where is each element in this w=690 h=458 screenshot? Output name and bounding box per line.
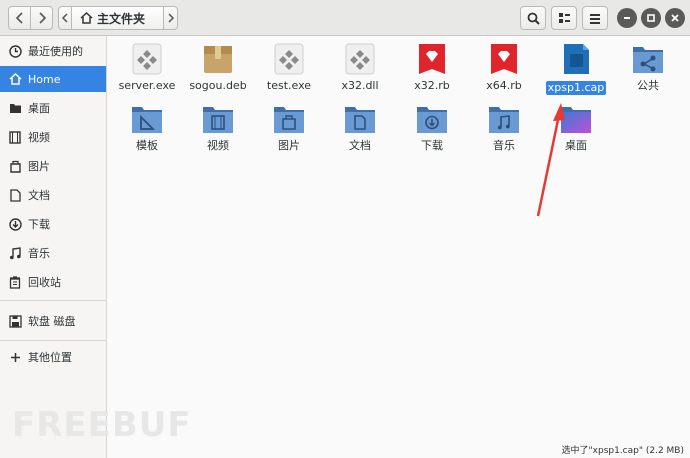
menu-button[interactable] — [582, 6, 608, 30]
sidebar-item-label: 文档 — [28, 189, 50, 202]
desktop-folder-icon — [7, 100, 23, 116]
path-home-button[interactable]: 主文件夹 — [71, 6, 164, 30]
sidebar-item-pictures[interactable]: 图片 — [0, 153, 106, 179]
sidebar-item-label: 回收站 — [28, 276, 61, 289]
status-bar-text: 选中了"xpsp1.cap" (2.2 MB) — [561, 446, 684, 456]
sidebar-separator — [0, 340, 106, 341]
sidebar: 最近使用的 Home 桌面 视频 图片 文档 下载 音乐 回收站 软盘 磁盘 其… — [0, 36, 107, 458]
sidebar-separator — [0, 300, 106, 301]
list-view-icon — [558, 13, 570, 23]
path-scroll-left-button[interactable] — [58, 6, 72, 30]
sidebar-item-floppy-disk[interactable]: 软盘 磁盘 — [0, 308, 106, 334]
path-bar: 主文件夹 — [58, 6, 178, 30]
path-home-label: 主文件夹 — [97, 11, 146, 26]
minimize-icon — [624, 17, 630, 19]
sidebar-item-label: 下载 — [28, 218, 50, 231]
sidebar-item-music[interactable]: 音乐 — [0, 240, 106, 266]
sidebar-item-desktop[interactable]: 桌面 — [0, 95, 106, 121]
chevron-right-icon — [38, 12, 46, 24]
home-icon — [80, 12, 93, 24]
sidebar-item-documents[interactable]: 文档 — [0, 182, 106, 208]
sidebar-item-label: Home — [28, 72, 61, 86]
sidebar-item-label: 图片 — [28, 160, 50, 173]
sidebar-item-recent[interactable]: 最近使用的 — [0, 38, 106, 64]
sidebar-item-trash[interactable]: 回收站 — [0, 269, 106, 295]
sidebar-item-label: 音乐 — [28, 247, 50, 260]
close-icon — [671, 14, 679, 22]
sidebar-item-home[interactable]: Home — [0, 66, 106, 92]
sidebar-item-other-locations[interactable]: 其他位置 — [0, 344, 106, 370]
sidebar-item-label: 最近使用的 — [28, 45, 83, 58]
close-button[interactable] — [665, 8, 685, 28]
sidebar-item-videos[interactable]: 视频 — [0, 124, 106, 150]
sidebar-item-downloads[interactable]: 下载 — [0, 211, 106, 237]
document-icon — [7, 187, 23, 203]
clock-icon — [7, 43, 23, 59]
music-icon — [7, 245, 23, 261]
path-scroll-right-button[interactable] — [163, 6, 178, 30]
hamburger-icon — [590, 13, 600, 24]
forward-button[interactable] — [30, 6, 53, 30]
download-icon — [7, 216, 23, 232]
header-bar: 主文件夹 — [0, 0, 690, 36]
chevron-right-icon — [167, 13, 174, 23]
sidebar-item-label: 软盘 磁盘 — [28, 315, 76, 328]
plus-icon — [7, 349, 23, 365]
annotation-arrow — [536, 103, 565, 217]
trash-icon — [7, 274, 23, 290]
chevron-left-icon — [15, 12, 23, 24]
search-button[interactable] — [520, 6, 546, 30]
chevron-left-icon — [61, 13, 68, 23]
floppy-icon — [7, 313, 23, 329]
maximize-icon — [647, 14, 655, 22]
image-icon — [7, 158, 23, 174]
navigation-buttons — [8, 6, 54, 30]
home-icon — [7, 71, 23, 87]
video-icon — [7, 129, 23, 145]
watermark-text: FREEBUF — [12, 405, 192, 445]
back-button[interactable] — [8, 6, 31, 30]
file-grid: server.exe sogou.deb test.exe x32.dll x3… — [107, 36, 690, 458]
sidebar-item-label: 其他位置 — [28, 351, 72, 364]
maximize-button[interactable] — [641, 8, 661, 28]
sidebar-item-label: 视频 — [28, 131, 50, 144]
minimize-button[interactable] — [617, 8, 637, 28]
view-toggle-button[interactable] — [551, 6, 577, 30]
search-icon — [527, 12, 540, 25]
sidebar-item-label: 桌面 — [28, 102, 50, 115]
